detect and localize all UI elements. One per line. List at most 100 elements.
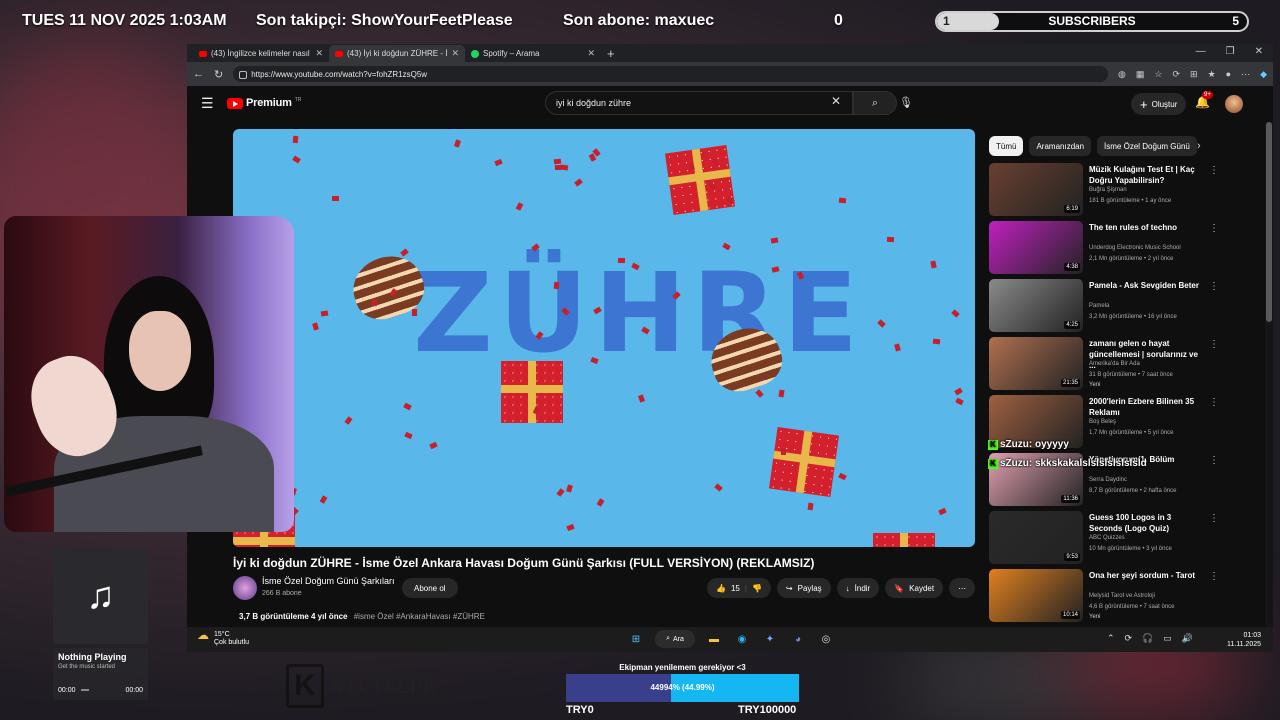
file-explorer-icon[interactable]: ▬ [705, 630, 723, 648]
recommendation-item[interactable]: 4:25 Pamela - Ask Sevgiden Beter Pamela 3,2… [989, 279, 1229, 337]
recommendation-thumbnail[interactable]: 4:38 [989, 221, 1083, 274]
network-icon[interactable]: ▭ [1163, 633, 1172, 644]
recommendation-thumbnail[interactable]: 6:19 [989, 163, 1083, 216]
recommendation-title[interactable]: The ten rules of techno [1089, 222, 1201, 233]
favorite-icon[interactable]: ☆ [1154, 69, 1162, 80]
youtube-logo[interactable]: Premium TR [227, 97, 301, 109]
weather-widget[interactable]: ☁ 15°C Çok bulutlu [197, 629, 249, 647]
search-button[interactable]: ⌕ [853, 91, 897, 115]
recommendation-title[interactable]: Müzik Kulağını Test Et | Kaç Doğru Yapab… [1089, 164, 1201, 186]
app-icon[interactable]: ✦ [761, 630, 779, 648]
subscribe-button[interactable]: Abone ol [402, 578, 458, 598]
recommendation-channel[interactable]: Serra Daydinc [1089, 477, 1127, 483]
scrollbar-thumb[interactable] [1266, 122, 1272, 322]
maximize-icon[interactable]: ❐ [1226, 46, 1235, 57]
channel-name[interactable]: İsme Özel Doğum Günü Şarkıları [262, 576, 395, 586]
recommendation-channel[interactable]: Melysid Tarot ve Astroloji [1089, 593, 1155, 599]
scrollbar[interactable] [1265, 122, 1273, 652]
create-button[interactable]: + Oluştur [1131, 93, 1187, 115]
close-window-icon[interactable]: ✕ [1255, 46, 1263, 57]
recommendation-thumbnail[interactable]: 21:35 [989, 337, 1083, 390]
profile-icon[interactable]: ● [1226, 69, 1231, 80]
download-button[interactable]: ↓ İndir [836, 578, 880, 598]
hashtags[interactable]: #isme Özel #AnkaraHavası #ZÜHRE [354, 612, 485, 621]
more-options-icon[interactable]: ⋮ [1209, 455, 1219, 466]
menu-hamburger-icon[interactable]: ☰ [201, 95, 214, 112]
windows-start-icon[interactable]: ⊞ [627, 630, 645, 648]
recommendation-title[interactable]: Pamela - Ask Sevgiden Beter [1089, 280, 1201, 291]
more-actions-button[interactable]: ⋯ [949, 578, 976, 598]
channel-avatar[interactable] [233, 576, 257, 600]
recommendation-item[interactable]: 10:14 Ona her şeyi sordum - Tarot Melysid … [989, 569, 1229, 627]
recommendation-channel[interactable]: Underdog Electronic Music School [1089, 245, 1181, 251]
confetti-piece [637, 394, 646, 403]
copilot-icon[interactable]: ◆ [1260, 69, 1267, 80]
tab-1[interactable]: (43) İyi ki doğdun ZÜHRE - İ ✕ [329, 45, 465, 62]
more-options-icon[interactable]: ⋮ [1209, 223, 1219, 234]
recommendation-title[interactable]: Guess 100 Logos in 3 Seconds (Logo Quiz) [1089, 512, 1201, 534]
edge-icon[interactable]: ◉ [733, 630, 751, 648]
thumbs-down-icon[interactable]: 👎 [752, 584, 762, 593]
music-subtitle: Get the music started [58, 664, 116, 670]
recommendation-thumbnail[interactable]: 9:53 [989, 511, 1083, 564]
video-meta: 3,7 B görüntüleme 4 yıl önce #isme Özel … [239, 612, 485, 621]
recommendation-channel[interactable]: Buğra Şişman [1089, 187, 1127, 193]
recommendation-channel[interactable]: Amerika'da Bir Ada [1089, 361, 1140, 367]
minimize-icon[interactable]: — [1196, 46, 1206, 57]
video-player[interactable]: ZÜHRE [233, 129, 975, 547]
recommendation-channel[interactable]: ABC Quizzes [1089, 535, 1125, 541]
microphone-icon[interactable]: 🎙 [899, 96, 913, 109]
sync-icon[interactable]: ⟳ [1125, 633, 1133, 644]
back-icon[interactable]: ← [193, 68, 204, 80]
recommendation-item[interactable]: 9:53 Guess 100 Logos in 3 Seconds (Logo Q… [989, 511, 1229, 569]
read-icon[interactable]: ▦ [1136, 69, 1145, 80]
reload-icon[interactable]: ↻ [214, 68, 223, 81]
search-input[interactable]: iyi ki doğdun zühre [545, 91, 853, 115]
chip-0[interactable]: Tümü [989, 136, 1024, 156]
sync-icon[interactable]: ⟳ [1172, 69, 1180, 80]
menu-icon[interactable]: ⋯ [1241, 69, 1250, 80]
recommendation-thumbnail[interactable]: 4:25 [989, 279, 1083, 332]
taskbar-clock[interactable]: 01:03 11.11.2025 [1227, 631, 1261, 649]
save-button[interactable]: 🔖 Kaydet [885, 578, 944, 598]
clock-date: 11.11.2025 [1227, 641, 1261, 648]
share-button[interactable]: ↪ Paylaş [776, 578, 831, 598]
notifications-button[interactable]: 🔔 9+ [1195, 91, 1213, 109]
more-options-icon[interactable]: ⋮ [1209, 513, 1219, 524]
more-options-icon[interactable]: ⋮ [1209, 281, 1219, 292]
tab-0[interactable]: (43) İngilizce kelimeler nasıl doğr ✕ [193, 45, 329, 62]
headset-icon[interactable]: 🎧 [1142, 633, 1153, 644]
more-options-icon[interactable]: ⋮ [1209, 165, 1219, 176]
more-options-icon[interactable]: ⋮ [1209, 397, 1219, 408]
volume-icon[interactable]: 🔊 [1182, 633, 1193, 644]
recommendation-title[interactable]: 2000'lerin Ezbere Bilinen 35 Reklamı [1089, 396, 1201, 418]
recommendation-item[interactable]: 4:38 The ten rules of techno Underdog Elec… [989, 221, 1229, 279]
obs-icon[interactable]: ◎ [817, 630, 835, 648]
more-options-icon[interactable]: ⋮ [1209, 339, 1219, 350]
like-button[interactable]: 👍 15 | 👎 [707, 578, 771, 598]
recommendation-thumbnail[interactable]: 10:14 [989, 569, 1083, 622]
clear-search-icon[interactable]: ✕ [831, 94, 841, 108]
recommendation-item[interactable]: 6:19 Müzik Kulağını Test Et | Kaç Doğru Y… [989, 163, 1229, 221]
chip-2[interactable]: İsme Özel Doğum Günü [1097, 136, 1197, 156]
account-avatar[interactable] [1225, 95, 1243, 113]
collections-icon[interactable]: ★ [1208, 69, 1216, 80]
new-tab-button[interactable]: + [607, 45, 615, 62]
extension-icon[interactable]: ◍ [1118, 69, 1126, 80]
recommendation-channel[interactable]: Boş Beleş [1089, 419, 1116, 425]
url-field[interactable]: https://www.youtube.com/watch?v=fohZR1zs… [233, 66, 1109, 82]
tab-2[interactable]: Spotify – Arama ✕ [465, 45, 601, 62]
close-icon[interactable]: ✕ [315, 48, 323, 59]
recommendation-item[interactable]: 21:35 zamanı gelen o hayat güncellemesi |… [989, 337, 1229, 395]
chip-1[interactable]: Aramanızdan [1029, 136, 1092, 156]
chevron-up-icon[interactable]: ⌃ [1107, 633, 1115, 644]
recommendation-channel[interactable]: Pamela [1089, 303, 1109, 309]
taskbar-search[interactable]: ⌕ Ara [655, 630, 695, 648]
more-options-icon[interactable]: ⋮ [1209, 571, 1219, 582]
recommendation-title[interactable]: Ona her şeyi sordum - Tarot [1089, 570, 1201, 581]
close-icon[interactable]: ✕ [587, 48, 595, 59]
chevron-right-icon[interactable]: › [1197, 140, 1201, 152]
discord-icon[interactable]: ◕ [789, 630, 807, 648]
puzzle-icon[interactable]: ⊞ [1190, 69, 1198, 80]
close-icon[interactable]: ✕ [451, 48, 459, 59]
